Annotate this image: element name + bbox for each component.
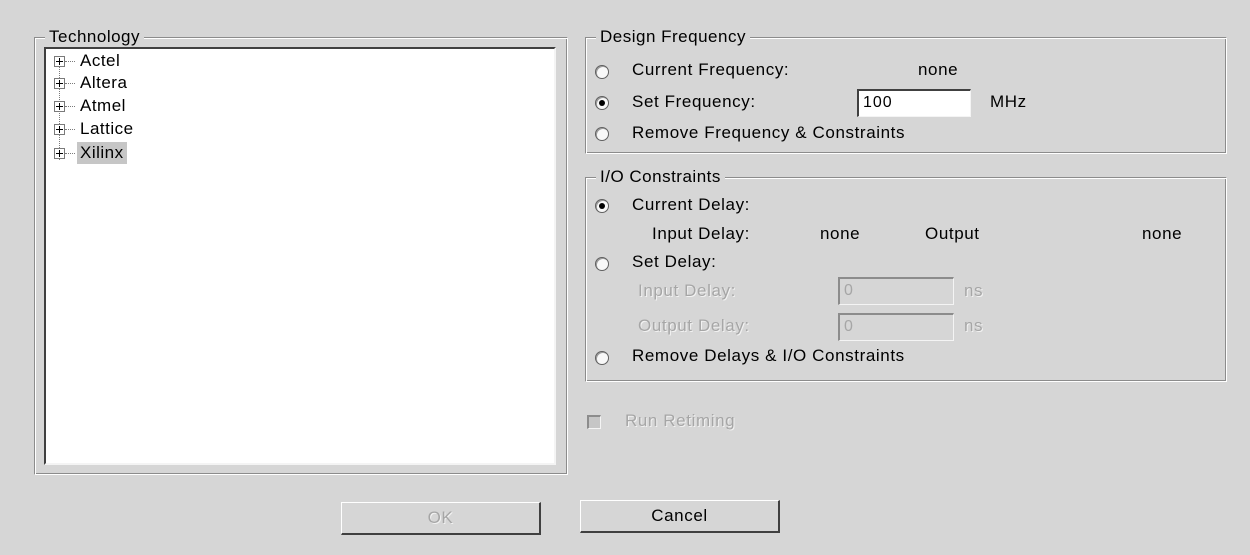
frequency-unit: MHz — [990, 92, 1027, 111]
tree-item-label: Atmel — [80, 96, 126, 115]
remove-delays-label: Remove Delays & I/O Constraints — [632, 346, 905, 365]
input-delay-label: Input Delay: — [652, 224, 750, 243]
io-constraints-title: I/O Constraints — [596, 167, 725, 187]
set-frequency-label: Set Frequency: — [632, 92, 756, 111]
tree-item-atmel[interactable]: Atmel — [54, 95, 129, 117]
input-delay-input[interactable]: 0 — [838, 277, 954, 305]
current-delay-radio[interactable] — [595, 199, 609, 213]
expand-icon[interactable] — [54, 55, 65, 67]
input-delay-unit: ns — [964, 281, 984, 300]
technology-tree[interactable]: Actel Altera Atmel Lattice Xilinx — [44, 47, 556, 465]
set-delay-label: Set Delay: — [632, 252, 717, 271]
cancel-button[interactable]: Cancel — [580, 500, 780, 533]
remove-frequency-label: Remove Frequency & Constraints — [632, 123, 906, 142]
run-retiming-checkbox[interactable] — [587, 415, 601, 429]
set-frequency-radio[interactable] — [595, 96, 609, 110]
expand-icon[interactable] — [54, 77, 65, 89]
ok-button[interactable]: OK — [341, 502, 541, 535]
tree-item-label: Xilinx — [77, 142, 127, 164]
tree-item-label: Lattice — [80, 119, 134, 138]
remove-frequency-radio[interactable] — [595, 127, 609, 141]
tree-item-label: Altera — [80, 73, 128, 92]
current-frequency-label: Current Frequency: — [632, 60, 790, 79]
design-frequency-title: Design Frequency — [596, 27, 750, 47]
tree-item-xilinx[interactable]: Xilinx — [54, 142, 127, 164]
expand-icon[interactable] — [54, 100, 65, 112]
current-frequency-value: none — [918, 60, 959, 79]
output-delay-field-label: Output Delay: — [638, 316, 750, 335]
current-delay-label: Current Delay: — [632, 195, 750, 214]
tree-item-altera[interactable]: Altera — [54, 72, 130, 94]
expand-icon[interactable] — [54, 123, 65, 135]
output-delay-label: Output — [925, 224, 980, 243]
output-delay-input[interactable]: 0 — [838, 313, 954, 341]
set-delay-radio[interactable] — [595, 257, 609, 271]
input-delay-field-label: Input Delay: — [638, 281, 736, 300]
technology-title: Technology — [45, 27, 145, 47]
output-delay-unit: ns — [964, 316, 984, 335]
tree-item-label: Actel — [80, 51, 121, 70]
frequency-input[interactable]: 100 — [857, 89, 971, 117]
tree-item-actel[interactable]: Actel — [54, 50, 123, 72]
input-delay-value: none — [820, 224, 861, 243]
tree-item-lattice[interactable]: Lattice — [54, 118, 137, 140]
output-delay-value: none — [1142, 224, 1183, 243]
current-frequency-radio[interactable] — [595, 65, 609, 79]
expand-icon[interactable] — [54, 147, 65, 159]
run-retiming-label: Run Retiming — [625, 411, 736, 430]
remove-delays-radio[interactable] — [595, 351, 609, 365]
